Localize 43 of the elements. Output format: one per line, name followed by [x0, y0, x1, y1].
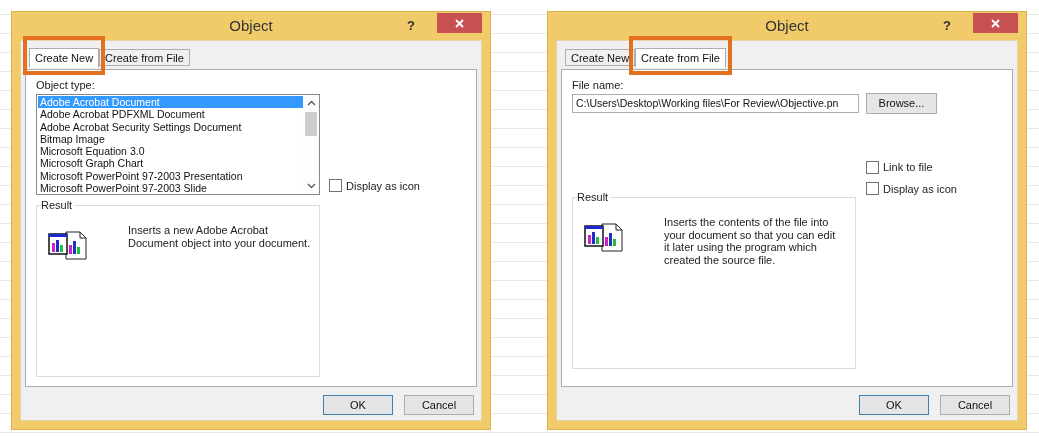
close-icon[interactable] — [455, 18, 464, 28]
list-item[interactable]: Microsoft PowerPoint 97-2003 Slide — [38, 182, 303, 195]
dialog-button[interactable]: Cancel — [404, 395, 474, 415]
list-item[interactable]: Bitmap Image — [38, 132, 303, 146]
group-label: Result — [41, 198, 75, 212]
file-name-field[interactable]: C:\Users\Desktop\Working files\For Review\Objective.pn — [572, 94, 859, 113]
checkbox[interactable] — [866, 182, 879, 196]
object-type-list[interactable] — [36, 94, 320, 195]
close-button[interactable] — [437, 13, 482, 33]
result-description: Inserts a new Adobe Acrobat Document object into your document. — [128, 224, 312, 251]
list-item[interactable]: Adobe Acrobat Security Settings Document — [38, 120, 303, 133]
list-item[interactable]: Microsoft Graph Chart — [38, 157, 303, 170]
checkbox-label[interactable]: Display as icon — [883, 180, 957, 197]
group-label: Result — [577, 190, 611, 204]
chart-documents-icon — [584, 220, 624, 252]
list-item[interactable]: Microsoft Equation 3.0 — [38, 145, 303, 158]
field-label: File name: — [572, 78, 625, 92]
help-button[interactable]: ? — [407, 16, 415, 36]
checkbox-label[interactable]: Link to file — [883, 159, 933, 176]
result-description: Inserts the contents of the file into your document so that you can edit it later using the program which created the source file. — [664, 216, 837, 268]
tab[interactable]: Create from File — [635, 48, 726, 69]
scroll-up-icon[interactable] — [306, 100, 316, 106]
window-title: Object — [765, 16, 809, 36]
list-item[interactable]: Adobe Acrobat PDFXML Document — [38, 108, 303, 121]
close-button[interactable] — [973, 13, 1018, 33]
checkbox[interactable] — [866, 160, 879, 174]
checkbox-label[interactable]: Display as icon — [346, 177, 420, 194]
tab[interactable]: Create New — [29, 48, 100, 69]
chart-documents-icon — [48, 228, 88, 260]
window-title: Object — [229, 16, 273, 36]
scroll-down-icon[interactable] — [306, 183, 316, 189]
help-button[interactable]: ? — [943, 16, 951, 36]
list-label: Object type: — [36, 78, 96, 92]
scroll-thumb[interactable] — [305, 112, 317, 136]
tab[interactable]: Create from File — [99, 49, 190, 66]
checkbox[interactable] — [329, 179, 342, 193]
browse-button[interactable]: Browse... — [866, 93, 937, 114]
tab[interactable]: Create New — [565, 49, 636, 66]
close-icon[interactable] — [991, 18, 1000, 28]
dialog-button[interactable]: OK — [859, 395, 929, 415]
dialog-button[interactable]: OK — [323, 395, 393, 415]
list-item[interactable]: Microsoft PowerPoint 97-2003 Presentation — [38, 169, 303, 183]
dialog-button[interactable]: Cancel — [940, 395, 1010, 415]
